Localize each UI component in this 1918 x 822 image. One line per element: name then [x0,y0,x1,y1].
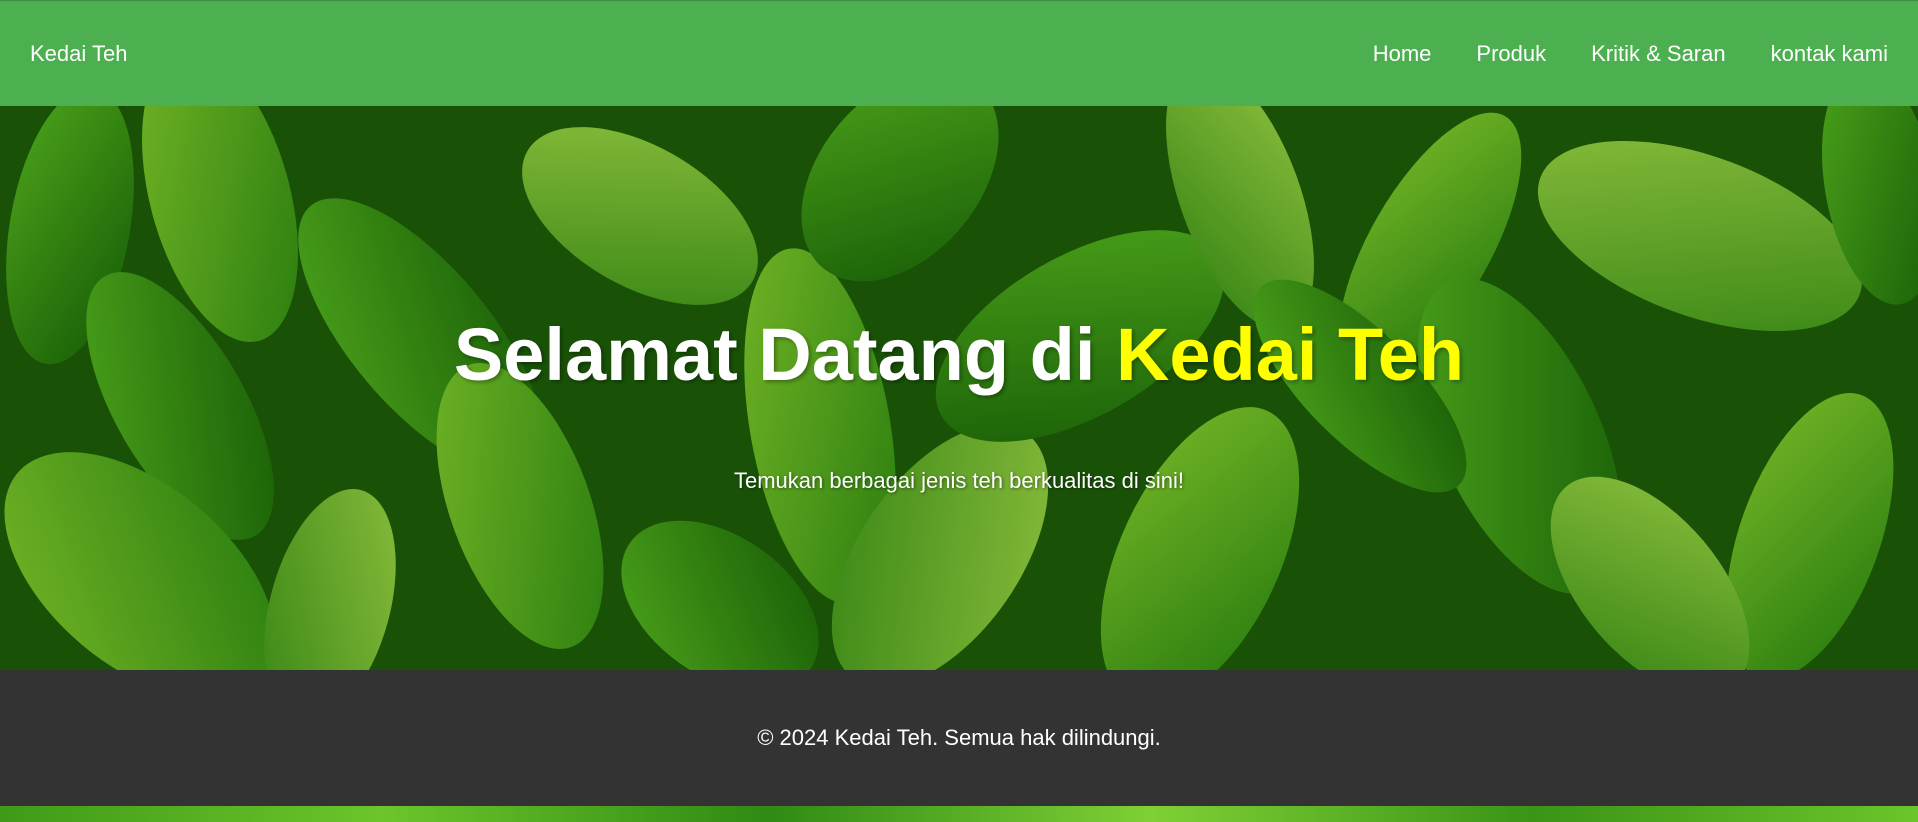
hero-subtitle: Temukan berbagai jenis teh berkualitas d… [733,468,1185,493]
nav-item-kritik-saran: Kritik & Saran [1546,41,1726,67]
hero-section: Selamat Datang di Kedai Teh Temukan berb… [0,106,1918,670]
nav-links: Home Produk Kritik & Saran kontak kami [1328,41,1888,67]
hero-title-prefix: Selamat Datang di [453,313,1116,396]
hero-content: Selamat Datang di Kedai Teh Temukan berb… [0,106,1918,670]
footer: © 2024 Kedai Teh. Semua hak dilindungi. [0,670,1918,806]
nav-link-kontak-kami[interactable]: kontak kami [1771,41,1888,67]
hero-title-accent: Kedai Teh [1115,313,1465,396]
nav-link-home[interactable]: Home [1373,41,1432,67]
nav-item-produk: Produk [1431,41,1546,67]
navbar: Kedai Teh Home Produk Kritik & Saran kon… [0,0,1918,106]
brand-logo-link[interactable]: Kedai Teh [30,41,127,67]
nav-item-kontak: kontak kami [1726,41,1888,67]
nav-link-kritik-saran[interactable]: Kritik & Saran [1591,41,1726,67]
background-image-strip [0,806,1918,822]
hero-title: Selamat Datang di Kedai Teh [0,318,1918,392]
nav-item-home: Home [1328,41,1432,67]
footer-copyright: © 2024 Kedai Teh. Semua hak dilindungi. [757,725,1161,750]
nav-link-produk[interactable]: Produk [1476,41,1546,67]
